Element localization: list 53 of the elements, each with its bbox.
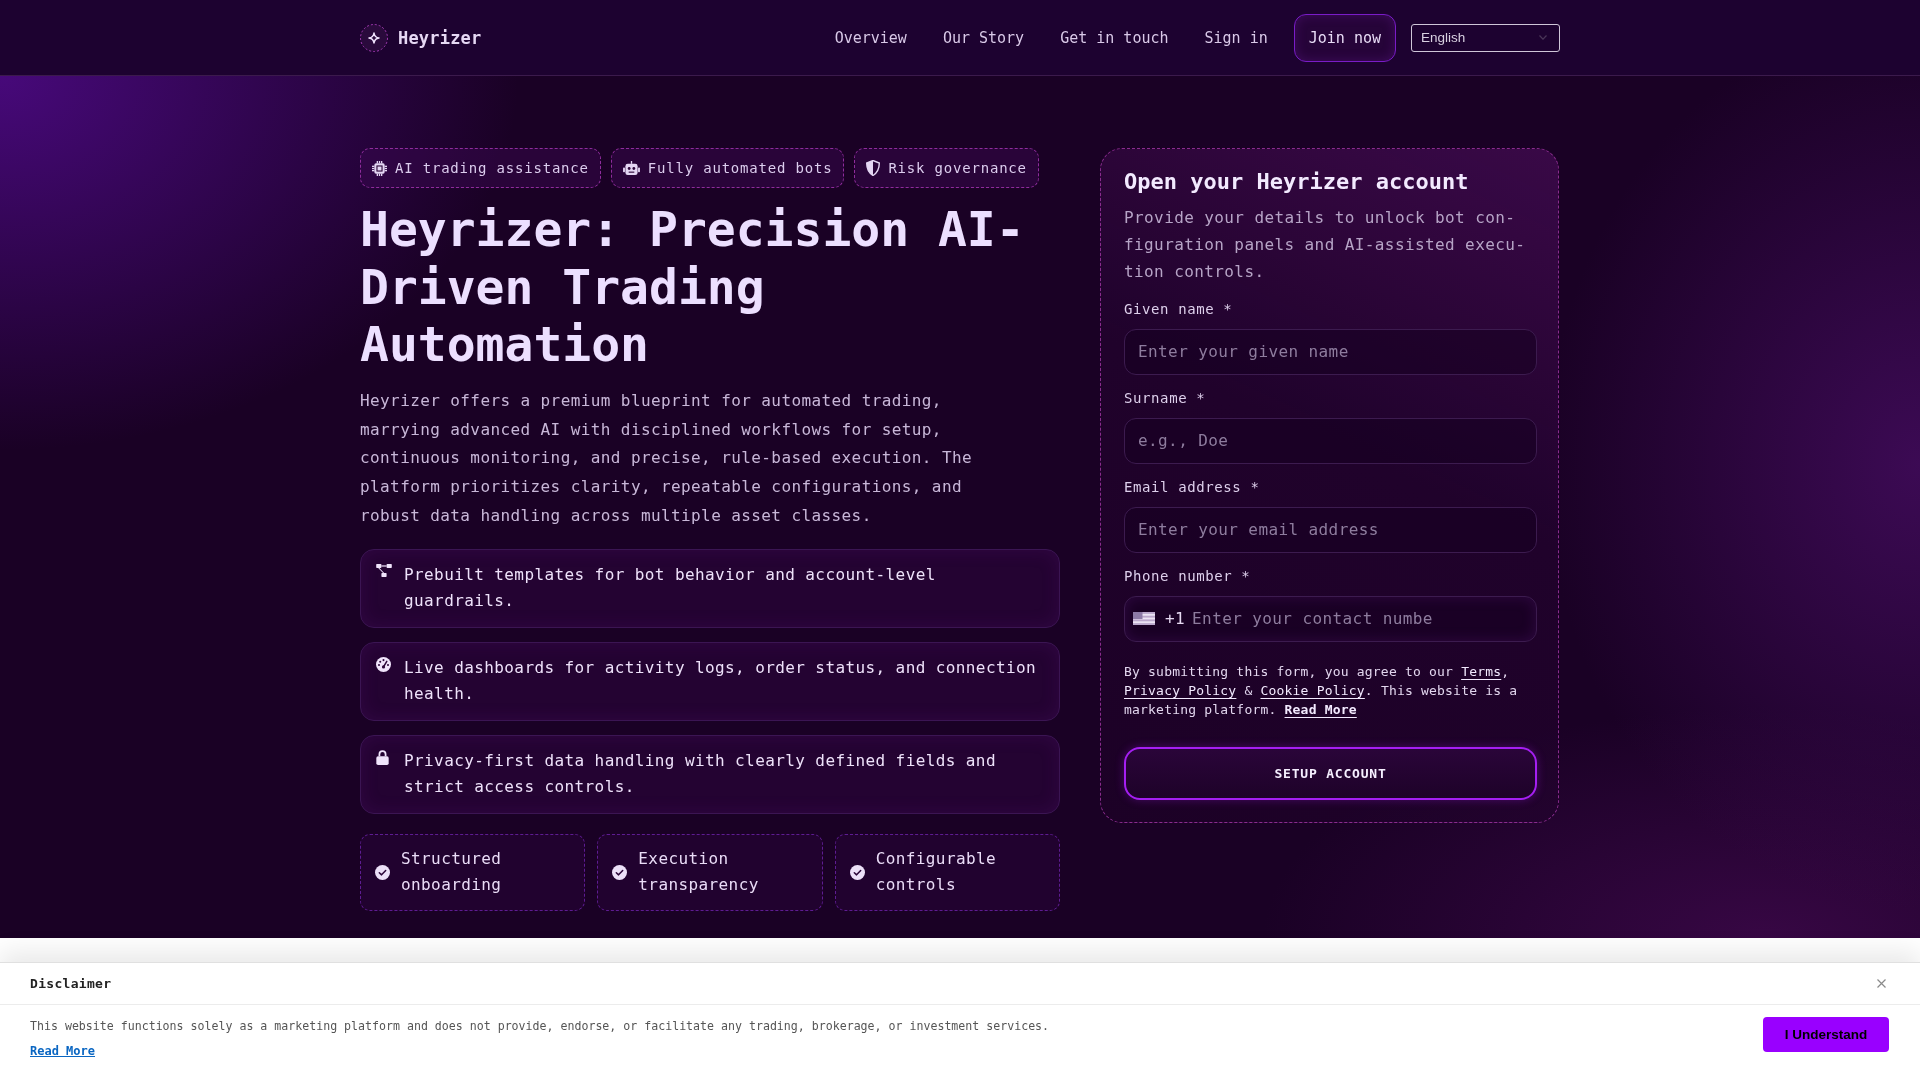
check-circle-icon: [375, 864, 390, 880]
inline-link[interactable]: Read More: [1284, 701, 1357, 717]
consent-text: By submitting this form, you agree to our Terms, Privacy Policy & Cookie Policy. This website is a marketing platform. Read More: [1124, 662, 1519, 719]
field-label: Surname *: [1124, 388, 1207, 408]
shield-icon: [866, 160, 881, 176]
cpu-icon: [372, 160, 387, 176]
robot-icon: [622, 160, 640, 176]
understand-button[interactable]: I Understand: [1763, 1017, 1889, 1052]
check-circle-icon: [612, 864, 628, 880]
inline-link[interactable]: Privacy Policy: [1124, 682, 1237, 698]
input-field[interactable]: e.g., Doe: [1124, 417, 1537, 464]
caret-icon: [1539, 35, 1547, 40]
sparkle-icon: [360, 23, 388, 52]
feature-text: Live dashboards for activity logs, order status, and connection health.: [404, 656, 1038, 706]
nav-link[interactable]: Get in touch: [1060, 28, 1169, 47]
hero-description: Heyrizer offers a premium blueprint for automated trading, marrying advanced AI with disciplined workflows for setup, continuous monitoring, and precise, rule-based execution. The platform prioritizes clarity, repeatable configurations, and robust data handling across multiple asset classes.: [360, 389, 973, 527]
flag-icon: [1133, 612, 1155, 626]
disclaimer-text: This website functions solely as a marketing platform and does not provide, endorse, or facilitate any trading, brokerage, or investment services.: [30, 1018, 1050, 1035]
form-description: Provide your details to unlock bot con-figuration panels and AI-assisted execu-tion controls.: [1124, 206, 1527, 283]
submit-button[interactable]: SETUP ACCOUNT: [1124, 746, 1537, 800]
disclaimer-title: Disclaimer: [30, 976, 112, 991]
field-label: Given name *: [1124, 299, 1234, 319]
gauge-icon: [376, 656, 391, 672]
inline-link[interactable]: Cookie Policy: [1260, 682, 1365, 698]
highlight-text: Structured onboarding: [401, 847, 503, 897]
highlight-text: Execution transparency: [638, 847, 760, 897]
join-button[interactable]: Join now: [1293, 13, 1396, 62]
inline-link[interactable]: Terms: [1461, 663, 1502, 679]
form-title: Open your Heyrizer account: [1124, 168, 1470, 196]
highlight-text: Configurable controls: [875, 847, 998, 897]
nav-link[interactable]: Our Story: [942, 28, 1025, 47]
feature-text: Prebuilt templates for bot behavior and account-level guardrails.: [404, 563, 937, 613]
tag-label: Fully automated bots: [647, 160, 833, 176]
check-circle-icon: [849, 864, 865, 880]
nav-link[interactable]: Overview: [834, 28, 907, 47]
tag-label: AI trading assistance: [395, 160, 589, 176]
hero-title: Heyrizer: Precision AI-Driven Trading Automation: [360, 201, 1026, 374]
lock-icon: [376, 749, 389, 765]
hierarchy-icon: [376, 563, 392, 577]
input-field[interactable]: Enter your email address: [1124, 506, 1537, 553]
input-field[interactable]: Enter your given name: [1124, 328, 1537, 375]
phone-input[interactable]: Enter your contact numbe: [1192, 609, 1433, 629]
brand-name: Heyrizer: [398, 27, 482, 48]
language-select[interactable]: English: [1411, 23, 1560, 52]
feature-text: Privacy-first data handling with clearly defined fields and strict access controls.: [404, 749, 997, 799]
tag-label: Risk governance: [888, 160, 1027, 176]
nav-link[interactable]: Sign in: [1204, 28, 1268, 47]
field-label: Phone number *: [1124, 566, 1252, 586]
field-label: Email address *: [1124, 477, 1261, 497]
read-more-link[interactable]: Read More: [30, 1044, 96, 1058]
phone-field[interactable]: +1 Enter your contact numbe: [1124, 595, 1537, 642]
dial-code: +1: [1165, 609, 1186, 629]
close-icon: [1877, 979, 1886, 988]
